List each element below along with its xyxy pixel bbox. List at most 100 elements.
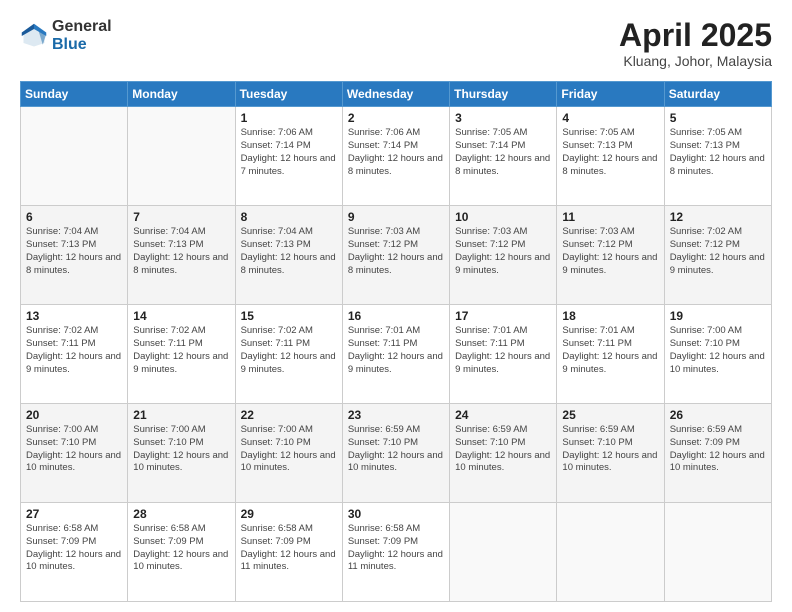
day-number: 25 bbox=[562, 408, 658, 422]
cell-info: Sunrise: 6:59 AM Sunset: 7:10 PM Dayligh… bbox=[562, 424, 658, 475]
day-number: 10 bbox=[455, 210, 551, 224]
logo-general-text: General bbox=[52, 18, 112, 36]
cell-info: Sunrise: 7:03 AM Sunset: 7:12 PM Dayligh… bbox=[455, 226, 551, 277]
day-number: 5 bbox=[670, 111, 766, 125]
day-number: 21 bbox=[133, 408, 229, 422]
logo: General Blue bbox=[20, 18, 112, 53]
cell-info: Sunrise: 6:58 AM Sunset: 7:09 PM Dayligh… bbox=[26, 523, 122, 574]
day-number: 27 bbox=[26, 507, 122, 521]
calendar-cell-4-4 bbox=[450, 503, 557, 602]
day-number: 19 bbox=[670, 309, 766, 323]
cell-info: Sunrise: 7:04 AM Sunset: 7:13 PM Dayligh… bbox=[241, 226, 337, 277]
calendar-cell-1-2: 8 Sunrise: 7:04 AM Sunset: 7:13 PM Daylig… bbox=[235, 206, 342, 305]
calendar-cell-2-6: 19 Sunrise: 7:00 AM Sunset: 7:10 PM Dayli… bbox=[664, 305, 771, 404]
cell-info: Sunrise: 7:00 AM Sunset: 7:10 PM Dayligh… bbox=[26, 424, 122, 475]
day-number: 4 bbox=[562, 111, 658, 125]
day-number: 3 bbox=[455, 111, 551, 125]
day-number: 9 bbox=[348, 210, 444, 224]
cell-info: Sunrise: 6:59 AM Sunset: 7:10 PM Dayligh… bbox=[348, 424, 444, 475]
cell-info: Sunrise: 7:03 AM Sunset: 7:12 PM Dayligh… bbox=[348, 226, 444, 277]
day-number: 16 bbox=[348, 309, 444, 323]
calendar-cell-2-4: 17 Sunrise: 7:01 AM Sunset: 7:11 PM Dayli… bbox=[450, 305, 557, 404]
calendar-cell-3-6: 26 Sunrise: 6:59 AM Sunset: 7:09 PM Dayli… bbox=[664, 404, 771, 503]
cell-info: Sunrise: 7:06 AM Sunset: 7:14 PM Dayligh… bbox=[348, 127, 444, 178]
day-number: 17 bbox=[455, 309, 551, 323]
calendar-table: Sunday Monday Tuesday Wednesday Thursday… bbox=[20, 81, 772, 602]
calendar-cell-4-5 bbox=[557, 503, 664, 602]
page: General Blue April 2025 Kluang, Johor, M… bbox=[0, 0, 792, 612]
cell-info: Sunrise: 7:01 AM Sunset: 7:11 PM Dayligh… bbox=[455, 325, 551, 376]
calendar-cell-0-2: 1Sunrise: 7:06 AM Sunset: 7:14 PM Daylig… bbox=[235, 107, 342, 206]
cell-info: Sunrise: 7:00 AM Sunset: 7:10 PM Dayligh… bbox=[241, 424, 337, 475]
header-saturday: Saturday bbox=[664, 82, 771, 107]
calendar-cell-3-5: 25 Sunrise: 6:59 AM Sunset: 7:10 PM Dayli… bbox=[557, 404, 664, 503]
logo-blue-text: Blue bbox=[52, 36, 112, 54]
calendar-cell-2-0: 13 Sunrise: 7:02 AM Sunset: 7:11 PM Dayli… bbox=[21, 305, 128, 404]
cell-info: Sunrise: 7:04 AM Sunset: 7:13 PM Dayligh… bbox=[133, 226, 229, 277]
header-thursday: Thursday bbox=[450, 82, 557, 107]
calendar-cell-4-6 bbox=[664, 503, 771, 602]
header-wednesday: Wednesday bbox=[342, 82, 449, 107]
day-number: 23 bbox=[348, 408, 444, 422]
header-tuesday: Tuesday bbox=[235, 82, 342, 107]
calendar-cell-0-6: 5 Sunrise: 7:05 AM Sunset: 7:13 PM Daylig… bbox=[664, 107, 771, 206]
cell-info: Sunrise: 7:02 AM Sunset: 7:11 PM Dayligh… bbox=[241, 325, 337, 376]
header-friday: Friday bbox=[557, 82, 664, 107]
calendar-cell-0-3: 2 Sunrise: 7:06 AM Sunset: 7:14 PM Daylig… bbox=[342, 107, 449, 206]
logo-icon bbox=[20, 22, 48, 50]
cell-info: Sunrise: 7:06 AM Sunset: 7:14 PM Dayligh… bbox=[241, 127, 337, 178]
calendar-cell-3-0: 20 Sunrise: 7:00 AM Sunset: 7:10 PM Dayli… bbox=[21, 404, 128, 503]
day-number: 6 bbox=[26, 210, 122, 224]
calendar-cell-0-4: 3 Sunrise: 7:05 AM Sunset: 7:14 PM Daylig… bbox=[450, 107, 557, 206]
cell-info: Sunrise: 7:02 AM Sunset: 7:11 PM Dayligh… bbox=[26, 325, 122, 376]
calendar-cell-0-1 bbox=[128, 107, 235, 206]
cell-info: Sunrise: 7:02 AM Sunset: 7:11 PM Dayligh… bbox=[133, 325, 229, 376]
title-block: April 2025 Kluang, Johor, Malaysia bbox=[619, 18, 772, 69]
cell-info: Sunrise: 7:05 AM Sunset: 7:13 PM Dayligh… bbox=[670, 127, 766, 178]
day-number: 15 bbox=[241, 309, 337, 323]
calendar-cell-2-5: 18 Sunrise: 7:01 AM Sunset: 7:11 PM Dayli… bbox=[557, 305, 664, 404]
calendar-cell-2-3: 16 Sunrise: 7:01 AM Sunset: 7:11 PM Dayli… bbox=[342, 305, 449, 404]
week-row-4: 20 Sunrise: 7:00 AM Sunset: 7:10 PM Dayli… bbox=[21, 404, 772, 503]
weekday-header-row: Sunday Monday Tuesday Wednesday Thursday… bbox=[21, 82, 772, 107]
cell-info: Sunrise: 7:02 AM Sunset: 7:12 PM Dayligh… bbox=[670, 226, 766, 277]
calendar-cell-3-1: 21Sunrise: 7:00 AM Sunset: 7:10 PM Dayli… bbox=[128, 404, 235, 503]
calendar-cell-3-4: 24 Sunrise: 6:59 AM Sunset: 7:10 PM Dayli… bbox=[450, 404, 557, 503]
header-sunday: Sunday bbox=[21, 82, 128, 107]
calendar-cell-4-0: 27 Sunrise: 6:58 AM Sunset: 7:09 PM Dayli… bbox=[21, 503, 128, 602]
calendar-cell-1-4: 10 Sunrise: 7:03 AM Sunset: 7:12 PM Dayli… bbox=[450, 206, 557, 305]
cell-info: Sunrise: 7:01 AM Sunset: 7:11 PM Dayligh… bbox=[348, 325, 444, 376]
day-number: 24 bbox=[455, 408, 551, 422]
day-number: 13 bbox=[26, 309, 122, 323]
week-row-1: 1Sunrise: 7:06 AM Sunset: 7:14 PM Daylig… bbox=[21, 107, 772, 206]
day-number: 18 bbox=[562, 309, 658, 323]
week-row-3: 13 Sunrise: 7:02 AM Sunset: 7:11 PM Dayli… bbox=[21, 305, 772, 404]
cell-info: Sunrise: 6:59 AM Sunset: 7:10 PM Dayligh… bbox=[455, 424, 551, 475]
cell-info: Sunrise: 7:05 AM Sunset: 7:14 PM Dayligh… bbox=[455, 127, 551, 178]
day-number: 20 bbox=[26, 408, 122, 422]
header-monday: Monday bbox=[128, 82, 235, 107]
day-number: 22 bbox=[241, 408, 337, 422]
cell-info: Sunrise: 7:01 AM Sunset: 7:11 PM Dayligh… bbox=[562, 325, 658, 376]
week-row-2: 6 Sunrise: 7:04 AM Sunset: 7:13 PM Daylig… bbox=[21, 206, 772, 305]
calendar-cell-3-2: 22 Sunrise: 7:00 AM Sunset: 7:10 PM Dayli… bbox=[235, 404, 342, 503]
day-number: 28 bbox=[133, 507, 229, 521]
calendar-cell-0-5: 4Sunrise: 7:05 AM Sunset: 7:13 PM Daylig… bbox=[557, 107, 664, 206]
day-number: 30 bbox=[348, 507, 444, 521]
calendar-cell-1-0: 6 Sunrise: 7:04 AM Sunset: 7:13 PM Daylig… bbox=[21, 206, 128, 305]
cell-info: Sunrise: 7:04 AM Sunset: 7:13 PM Dayligh… bbox=[26, 226, 122, 277]
calendar-cell-2-1: 14Sunrise: 7:02 AM Sunset: 7:11 PM Dayli… bbox=[128, 305, 235, 404]
calendar-cell-4-3: 30Sunrise: 6:58 AM Sunset: 7:09 PM Dayli… bbox=[342, 503, 449, 602]
header: General Blue April 2025 Kluang, Johor, M… bbox=[20, 18, 772, 69]
day-number: 26 bbox=[670, 408, 766, 422]
day-number: 12 bbox=[670, 210, 766, 224]
day-number: 8 bbox=[241, 210, 337, 224]
calendar-cell-4-1: 28Sunrise: 6:58 AM Sunset: 7:09 PM Dayli… bbox=[128, 503, 235, 602]
day-number: 2 bbox=[348, 111, 444, 125]
calendar-cell-1-1: 7 Sunrise: 7:04 AM Sunset: 7:13 PM Daylig… bbox=[128, 206, 235, 305]
calendar-cell-0-0 bbox=[21, 107, 128, 206]
cell-info: Sunrise: 6:59 AM Sunset: 7:09 PM Dayligh… bbox=[670, 424, 766, 475]
day-number: 7 bbox=[133, 210, 229, 224]
cell-info: Sunrise: 7:00 AM Sunset: 7:10 PM Dayligh… bbox=[670, 325, 766, 376]
location: Kluang, Johor, Malaysia bbox=[619, 53, 772, 69]
